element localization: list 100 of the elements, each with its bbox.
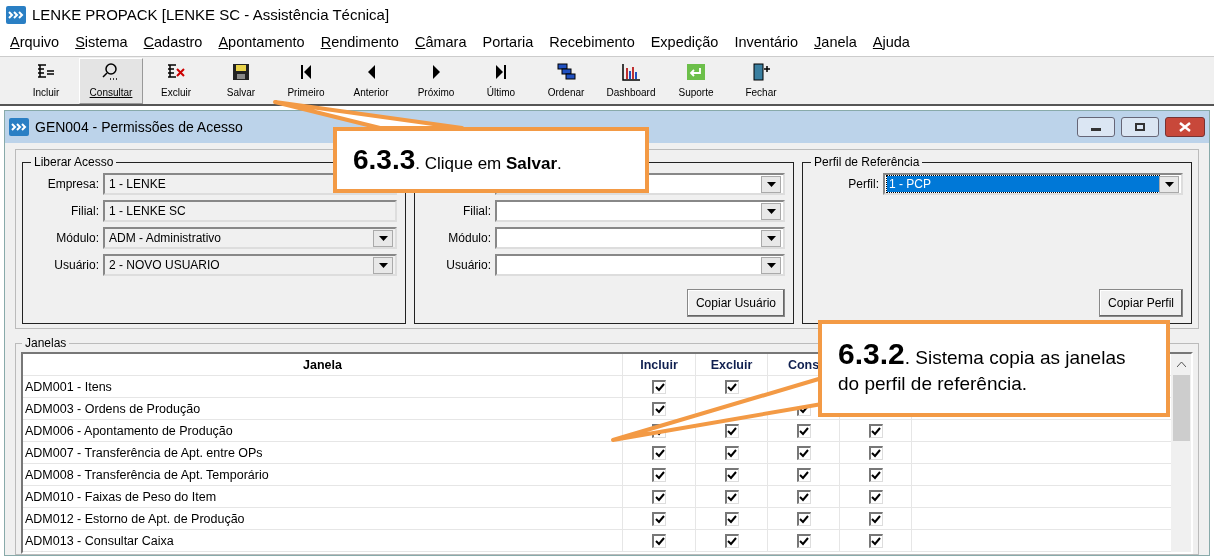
checkbox[interactable] [652, 511, 666, 526]
checkbox[interactable] [724, 423, 739, 438]
dropdown-button[interactable] [373, 256, 393, 274]
field-label: Usuário: [446, 257, 491, 274]
group-title: Janelas [22, 336, 70, 350]
dropdown-button[interactable] [1159, 175, 1179, 193]
checkbox[interactable] [652, 533, 666, 548]
checkmark-icon [654, 514, 665, 524]
dropdown-button[interactable] [761, 256, 781, 274]
toolbar-button[interactable]: Ordenar [534, 57, 598, 104]
column-header: Incluir [623, 354, 696, 375]
checkmark-icon [654, 382, 665, 392]
checkbox[interactable] [796, 423, 811, 438]
checkmark-icon [871, 448, 881, 458]
checkbox[interactable] [724, 467, 739, 482]
checkmark-icon [799, 536, 809, 546]
field-label: Usuário: [54, 257, 99, 274]
checkbox[interactable] [796, 445, 811, 460]
menu-item[interactable]: Rendimento [312, 32, 407, 54]
checkbox[interactable] [652, 445, 666, 460]
minimize-button[interactable] [1077, 117, 1115, 137]
dropdown-button[interactable] [761, 175, 781, 193]
menu-item[interactable]: Portaria [474, 32, 542, 54]
bar-chart-icon [620, 61, 642, 82]
checkmark-icon [727, 492, 737, 502]
copy-button[interactable]: Copiar Usuário [686, 289, 785, 317]
dropdown-button[interactable] [761, 229, 781, 247]
toolbar-button[interactable]: Consultar [79, 57, 143, 104]
checkmark-icon [871, 492, 881, 502]
dropdown-field[interactable] [495, 200, 785, 222]
checkmark-icon [654, 492, 665, 502]
dropdown-field[interactable] [495, 227, 785, 249]
checkbox[interactable] [652, 401, 666, 416]
toolbar-button[interactable]: Último [469, 57, 533, 104]
checkmark-icon [727, 382, 737, 392]
checkbox[interactable] [868, 489, 883, 504]
checkbox[interactable] [724, 379, 739, 394]
menu-item[interactable]: Inventário [726, 32, 807, 54]
checkbox[interactable] [724, 489, 739, 504]
checkbox[interactable] [796, 511, 811, 526]
column-header: Janela [23, 354, 623, 375]
field-label: Filial: [71, 203, 99, 220]
checkbox[interactable] [652, 467, 666, 482]
checkbox[interactable] [796, 533, 811, 548]
stacked-windows-icon [555, 61, 577, 82]
dropdown-button[interactable] [373, 229, 393, 247]
toolbar-button[interactable]: Excluir [144, 57, 208, 104]
toolbar-button[interactable]: Salvar [209, 57, 273, 104]
vertical-scrollbar[interactable] [1171, 354, 1191, 552]
menu-item[interactable]: Câmara [406, 32, 475, 54]
checkmark-icon [727, 470, 737, 480]
table-cell: ADM010 - Faixas de Peso do Item [23, 486, 623, 507]
checkmark-icon [799, 448, 809, 458]
field-label: Módulo: [448, 230, 491, 247]
menu-item[interactable]: Recebimento [541, 32, 643, 54]
checkbox[interactable] [868, 423, 883, 438]
toolbar-button[interactable]: Suporte [664, 57, 728, 104]
menu-item[interactable]: Expedição [642, 32, 727, 54]
checkbox[interactable] [724, 533, 739, 548]
menu-item[interactable]: Janela [806, 32, 865, 54]
checkmark-icon [654, 536, 665, 546]
restore-button[interactable] [1121, 117, 1159, 137]
caret-down-icon [766, 181, 776, 187]
checkbox[interactable] [796, 489, 811, 504]
dropdown-field[interactable]: 2 - NOVO USUARIO [103, 254, 397, 276]
save-icon [230, 61, 252, 82]
checkbox[interactable] [868, 467, 883, 482]
triangle-left-icon [367, 64, 375, 79]
dropdown-button[interactable] [761, 202, 781, 220]
caret-down-icon [378, 262, 388, 268]
dropdown-field[interactable] [495, 254, 785, 276]
checkbox[interactable] [652, 489, 666, 504]
menu-item[interactable]: Ajuda [864, 32, 918, 54]
toolbar-button[interactable]: Fechar [729, 57, 793, 104]
menu-item[interactable]: Cadastro [135, 32, 211, 54]
copy-button[interactable]: Copiar Perfil [1098, 289, 1183, 317]
checkmark-icon [654, 470, 665, 480]
checkmark-icon [871, 536, 881, 546]
toolbar-button[interactable]: Incluir [14, 57, 78, 104]
menu-item[interactable]: Arquivo [2, 32, 68, 54]
checkbox[interactable] [724, 445, 739, 460]
field-label: Filial: [463, 203, 491, 220]
checkbox[interactable] [724, 511, 739, 526]
menu-item[interactable]: Sistema [67, 32, 136, 54]
close-button[interactable] [1165, 117, 1205, 137]
dropdown-field[interactable]: 1 - PCP [883, 173, 1183, 195]
checkbox[interactable] [868, 533, 883, 548]
group-title: Perfil de Referência [811, 155, 923, 169]
checkbox[interactable] [652, 379, 666, 394]
checkbox[interactable] [868, 445, 883, 460]
caret-down-icon [378, 235, 388, 241]
menu-item[interactable]: Apontamento [210, 32, 313, 54]
toolbar-button[interactable]: Dashboard [599, 57, 663, 104]
checkbox[interactable] [868, 511, 883, 526]
input-field[interactable]: 1 - LENKE SC [103, 200, 397, 222]
dropdown-field[interactable]: ADM - Administrativo [103, 227, 397, 249]
app-logo-icon [9, 118, 29, 136]
checkmark-icon [871, 470, 881, 480]
checkbox[interactable] [796, 467, 811, 482]
checkmark-icon [871, 426, 881, 436]
